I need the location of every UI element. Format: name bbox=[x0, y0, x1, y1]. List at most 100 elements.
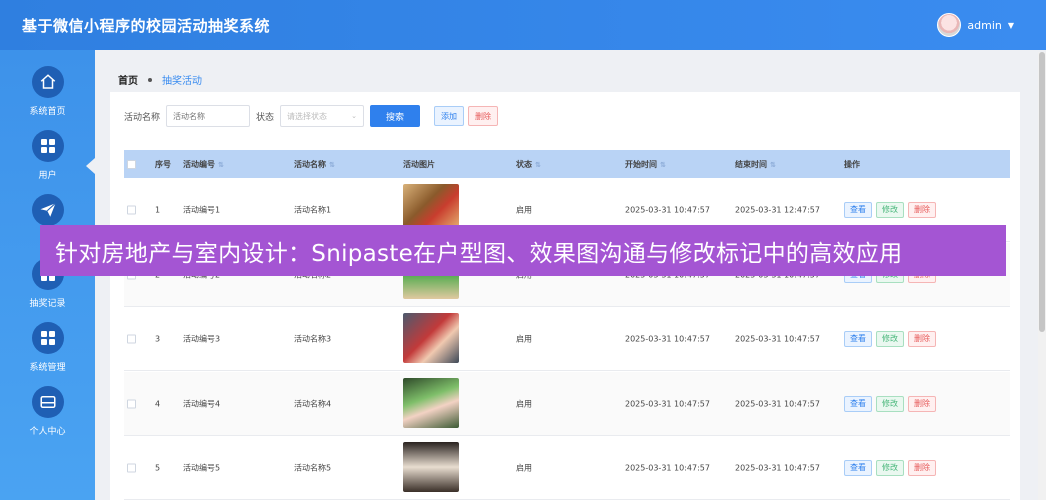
sort-icon[interactable]: ⇅ bbox=[770, 161, 776, 169]
col-end[interactable]: 结束时间 ⇅ bbox=[735, 159, 776, 170]
banner-text: 针对房地产与室内设计：Snipaste在户型图、效果图沟通与修改标记中的高效应用 bbox=[55, 240, 903, 267]
add-button[interactable]: 添加 bbox=[434, 106, 465, 126]
sidebar-item-label: 个人中心 bbox=[29, 427, 66, 437]
batch-delete-button[interactable]: 删除 bbox=[468, 106, 499, 126]
col-status[interactable]: 状态 ⇅ bbox=[516, 159, 541, 170]
row-index: 4 bbox=[155, 399, 161, 408]
row-start: 2025-03-31 10:47:57 bbox=[625, 399, 710, 408]
top-header: 基于微信小程序的校园活动抽奖系统 admin ▼ bbox=[0, 0, 1046, 50]
paper-plane-icon bbox=[31, 194, 64, 226]
row-start: 2025-03-31 10:47:57 bbox=[625, 334, 710, 343]
row-checkbox[interactable] bbox=[127, 334, 136, 343]
delete-button[interactable]: 删除 bbox=[908, 201, 936, 218]
edit-button[interactable]: 修改 bbox=[876, 330, 904, 347]
col-start[interactable]: 开始时间 ⇅ bbox=[625, 159, 666, 170]
row-code: 活动编号5 bbox=[183, 463, 221, 472]
avatar[interactable] bbox=[937, 13, 962, 37]
scrollbar-track[interactable] bbox=[1038, 52, 1046, 500]
col-image: 活动图片 bbox=[403, 160, 435, 169]
row-start: 2025-03-31 10:47:57 bbox=[625, 463, 710, 472]
activity-image[interactable] bbox=[403, 378, 459, 428]
delete-button[interactable]: 删除 bbox=[908, 395, 936, 412]
sidebar-item-label: 用户 bbox=[38, 171, 57, 181]
col-code[interactable]: 活动编号 ⇅ bbox=[183, 159, 224, 170]
delete-button[interactable]: 删除 bbox=[908, 459, 936, 476]
row-actions: 查看 修改 删除 bbox=[844, 459, 936, 476]
col-index: 序号 bbox=[155, 160, 171, 169]
view-button[interactable]: 查看 bbox=[844, 395, 872, 412]
col-actions: 操作 bbox=[844, 160, 860, 169]
row-checkbox[interactable] bbox=[127, 205, 136, 214]
breadcrumb: 首页 抽奖活动 bbox=[118, 72, 202, 87]
sort-icon[interactable]: ⇅ bbox=[660, 161, 666, 169]
sort-icon[interactable]: ⇅ bbox=[535, 161, 541, 169]
row-checkbox[interactable] bbox=[127, 399, 136, 408]
view-button[interactable]: 查看 bbox=[844, 330, 872, 347]
edit-button[interactable]: 修改 bbox=[876, 395, 904, 412]
breadcrumb-home[interactable]: 首页 bbox=[118, 72, 138, 87]
row-name: 活动名称4 bbox=[294, 399, 332, 408]
col-end-label: 结束时间 bbox=[735, 160, 767, 169]
sidebar-item-label: 系统管理 bbox=[29, 363, 66, 373]
activity-name-input[interactable] bbox=[166, 105, 251, 127]
activity-name-label: 活动名称 bbox=[124, 112, 161, 123]
row-index: 3 bbox=[155, 334, 161, 343]
select-all-checkbox[interactable] bbox=[127, 160, 136, 169]
filter-bar: 活动名称 状态 请选择状态 ⌄ 搜索 添加 删除 bbox=[124, 104, 499, 128]
row-actions: 查看 修改 删除 bbox=[844, 201, 936, 218]
activity-image[interactable] bbox=[403, 313, 459, 363]
row-name: 活动名称5 bbox=[294, 463, 332, 472]
row-name: 活动名称1 bbox=[294, 205, 332, 214]
view-button[interactable]: 查看 bbox=[844, 459, 872, 476]
search-button[interactable]: 搜索 bbox=[370, 105, 421, 127]
app-title: 基于微信小程序的校园活动抽奖系统 bbox=[22, 16, 271, 35]
row-status: 启用 bbox=[516, 463, 532, 472]
username[interactable]: admin bbox=[967, 19, 1001, 32]
active-nav-pointer bbox=[86, 158, 95, 174]
col-status-label: 状态 bbox=[516, 160, 532, 169]
sort-icon[interactable]: ⇅ bbox=[218, 161, 224, 169]
grid-icon bbox=[31, 130, 64, 162]
row-end: 2025-03-31 10:47:57 bbox=[735, 334, 820, 343]
row-code: 活动编号4 bbox=[183, 399, 221, 408]
breadcrumb-separator bbox=[148, 77, 152, 82]
sidebar-item-users[interactable]: 用户 bbox=[0, 130, 95, 181]
sidebar-item-profile[interactable]: 个人中心 bbox=[0, 386, 95, 437]
row-start: 2025-03-31 10:47:57 bbox=[625, 205, 710, 214]
row-index: 1 bbox=[155, 205, 161, 214]
row-code: 活动编号3 bbox=[183, 334, 221, 343]
sidebar-item-label: 抽奖记录 bbox=[29, 299, 66, 309]
home-icon bbox=[31, 66, 64, 98]
table-header: 序号 活动编号 ⇅ 活动名称 ⇅ 活动图片 状态 ⇅ 开始时间 ⇅ 结束时间 ⇅ 操作 bbox=[124, 150, 1010, 178]
col-name[interactable]: 活动名称 ⇅ bbox=[294, 159, 335, 170]
activity-image[interactable] bbox=[403, 442, 459, 492]
row-actions: 查看 修改 删除 bbox=[844, 330, 936, 347]
card-icon bbox=[31, 386, 64, 418]
row-index: 5 bbox=[155, 463, 161, 472]
row-name: 活动名称3 bbox=[294, 334, 332, 343]
col-code-label: 活动编号 bbox=[183, 160, 215, 169]
caret-down-icon[interactable]: ▼ bbox=[1008, 21, 1014, 30]
table-row: 5 活动编号5 活动名称5 启用 2025-03-31 10:47:57 202… bbox=[124, 436, 1010, 500]
delete-button[interactable]: 删除 bbox=[908, 330, 936, 347]
sidebar-item-home[interactable]: 系统首页 bbox=[0, 66, 95, 117]
scrollbar-thumb[interactable] bbox=[1039, 52, 1045, 332]
sidebar-item-system[interactable]: 系统管理 bbox=[0, 322, 95, 373]
grid-icon bbox=[31, 322, 64, 354]
status-select[interactable]: 请选择状态 ⌄ bbox=[280, 105, 365, 127]
row-code: 活动编号1 bbox=[183, 205, 221, 214]
row-status: 启用 bbox=[516, 334, 532, 343]
row-end: 2025-03-31 12:47:57 bbox=[735, 205, 820, 214]
col-name-label: 活动名称 bbox=[294, 160, 326, 169]
row-status: 启用 bbox=[516, 399, 532, 408]
overlay-banner: 针对房地产与室内设计：Snipaste在户型图、效果图沟通与修改标记中的高效应用 bbox=[40, 225, 1006, 276]
view-button[interactable]: 查看 bbox=[844, 201, 872, 218]
sort-icon[interactable]: ⇅ bbox=[329, 161, 335, 169]
chevron-down-icon: ⌄ bbox=[351, 112, 358, 120]
table-row: 4 活动编号4 活动名称4 启用 2025-03-31 10:47:57 202… bbox=[124, 372, 1010, 436]
row-end: 2025-03-31 10:47:57 bbox=[735, 399, 820, 408]
edit-button[interactable]: 修改 bbox=[876, 459, 904, 476]
row-checkbox[interactable] bbox=[127, 463, 136, 472]
user-menu[interactable]: admin ▼ bbox=[937, 13, 1014, 37]
edit-button[interactable]: 修改 bbox=[876, 201, 904, 218]
